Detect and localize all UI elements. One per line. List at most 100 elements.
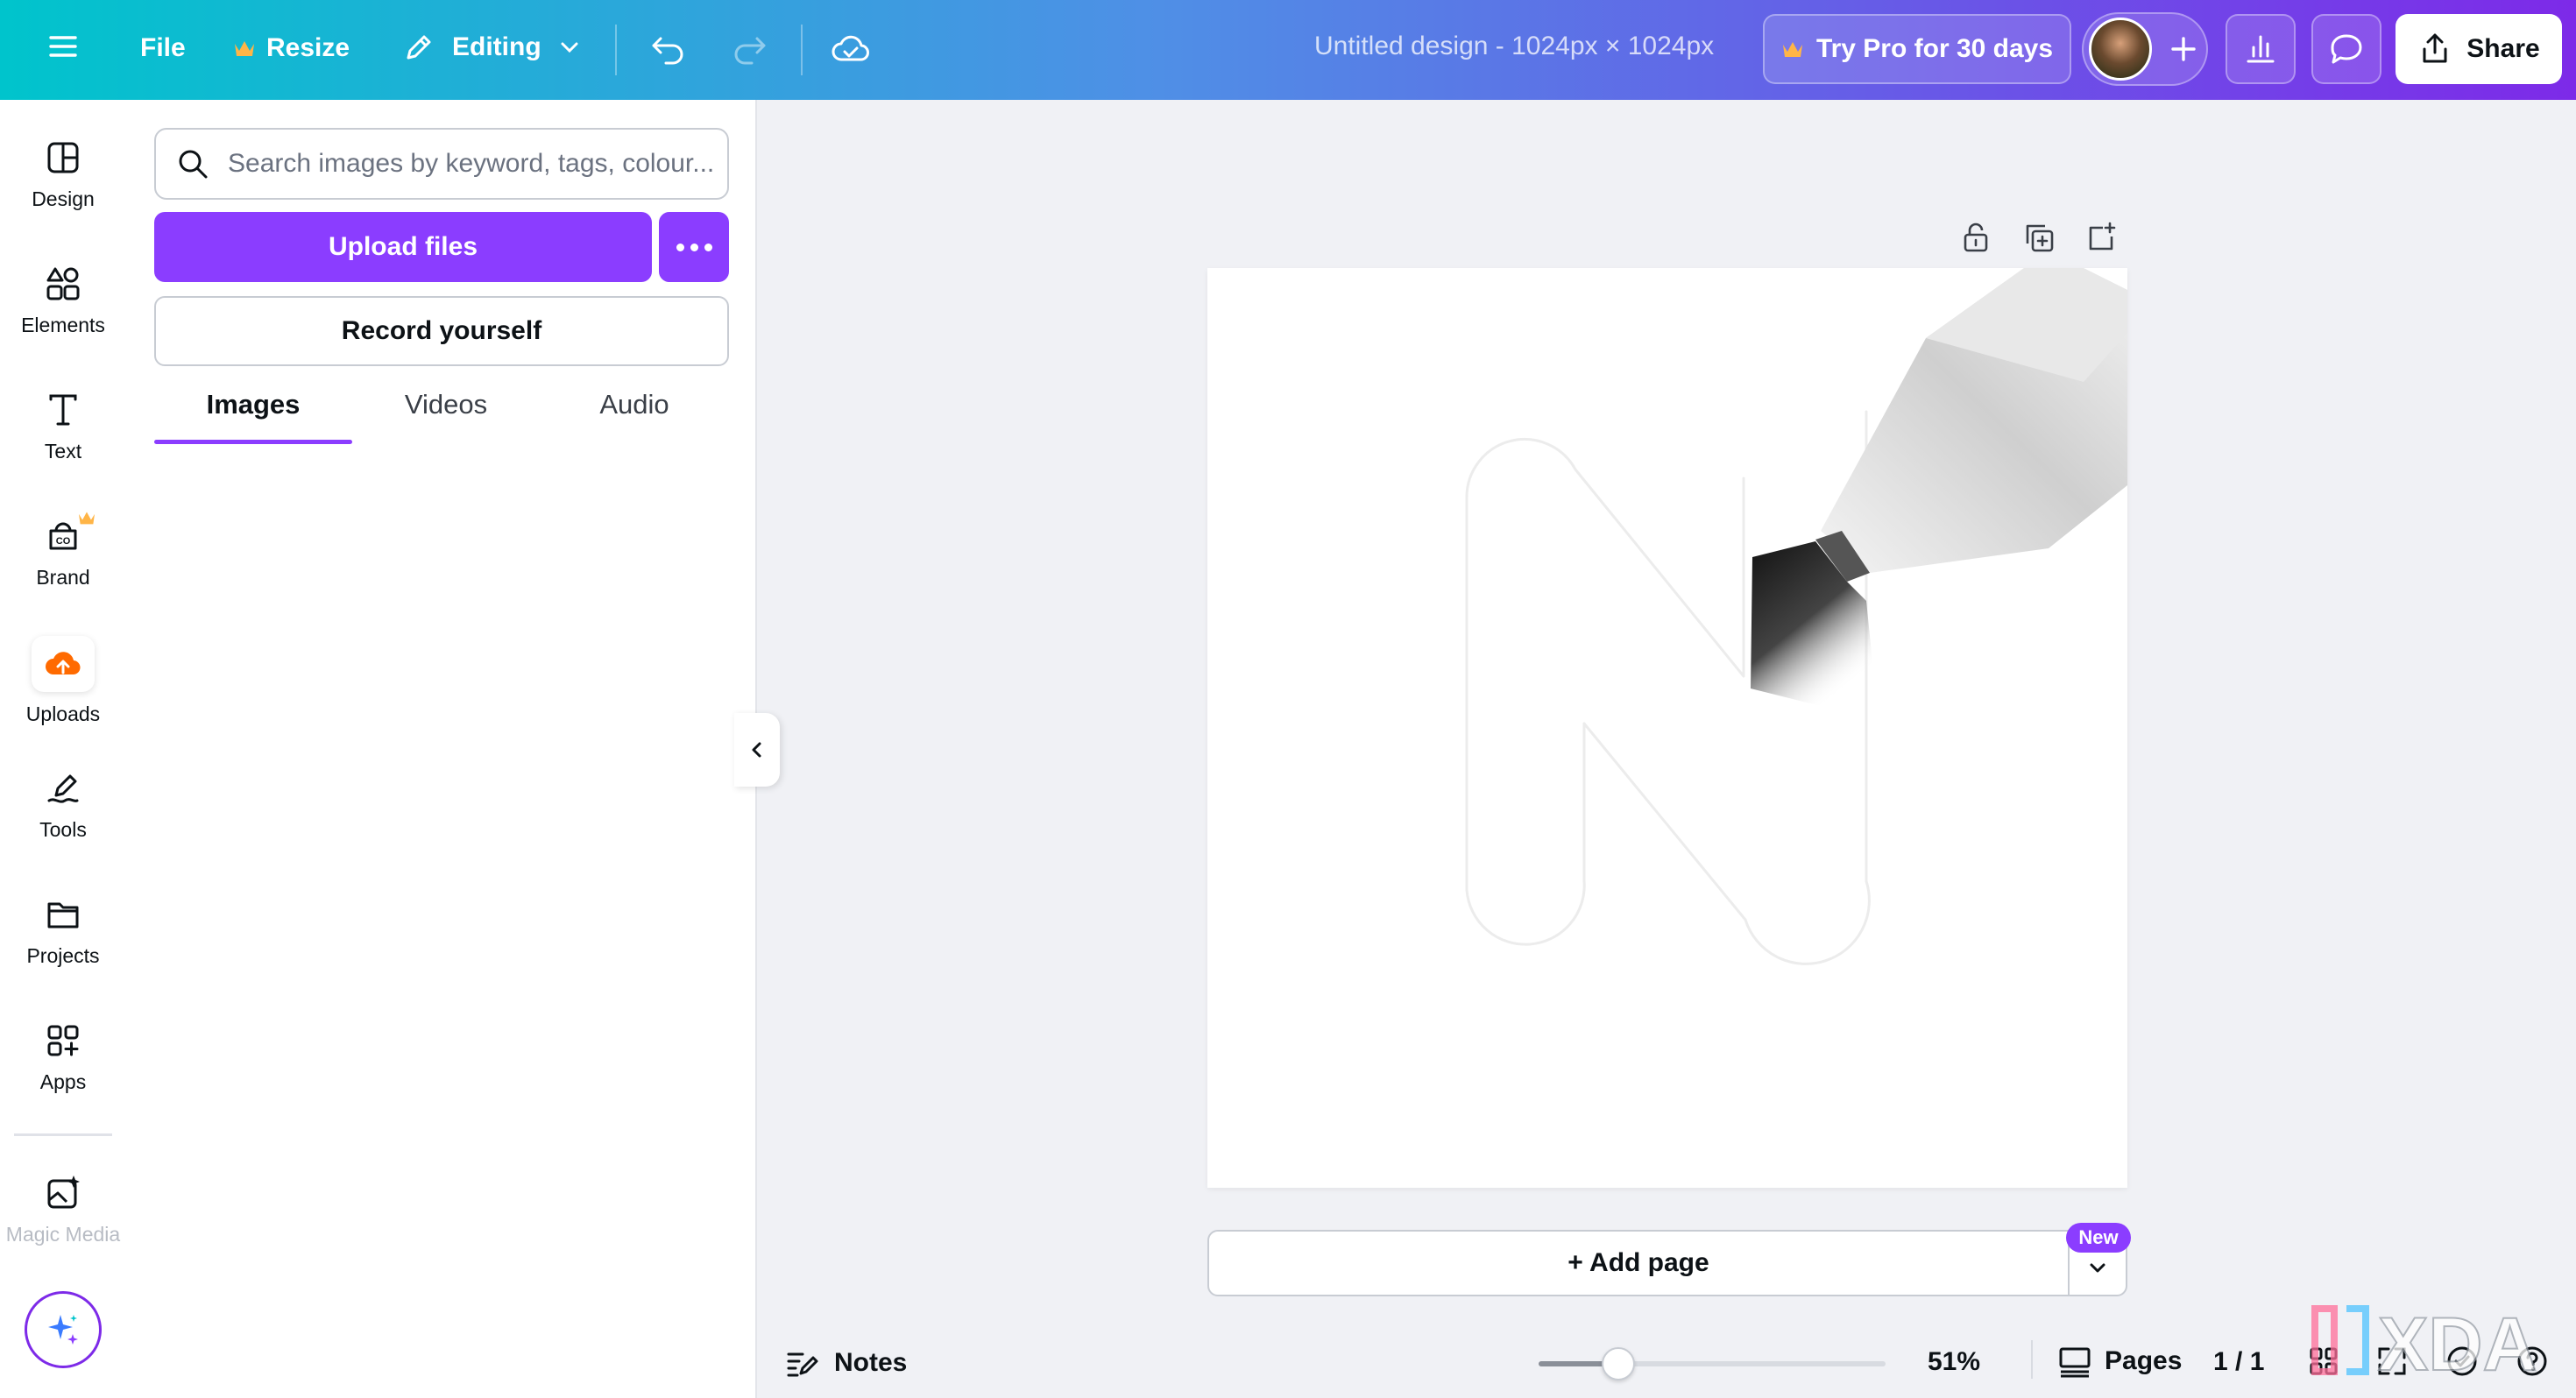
media-tabs: Images Videos Audio <box>154 389 729 445</box>
undo-button[interactable] <box>648 30 687 68</box>
sidebar-item-label: Uploads <box>25 703 101 725</box>
invite-button[interactable] <box>2161 26 2206 72</box>
toolbar-divider <box>615 25 617 75</box>
chevron-down-icon <box>2090 1263 2105 1273</box>
upload-files-button[interactable]: Upload files <box>154 212 652 282</box>
notes-icon <box>787 1352 818 1377</box>
resize-button[interactable]: Resize <box>233 33 350 63</box>
notes-label: Notes <box>834 1348 908 1377</box>
sidebar-item-apps[interactable]: Apps <box>0 1021 126 1135</box>
file-menu-button[interactable]: File <box>140 33 186 63</box>
cloud-check-icon <box>832 35 869 61</box>
undo-icon <box>652 37 683 65</box>
comments-button[interactable] <box>2311 14 2381 84</box>
share-button[interactable]: Share <box>2396 14 2562 84</box>
xda-watermark-logo: XDA <box>2311 1302 2538 1384</box>
active-tab-indicator <box>154 440 352 444</box>
design-icon <box>47 142 79 173</box>
duplicate-page-button[interactable] <box>2022 221 2056 254</box>
sidebar-divider <box>14 1133 112 1136</box>
chevron-left-icon <box>752 742 761 758</box>
sparkle-icon <box>48 1315 78 1345</box>
share-upload-icon <box>2423 33 2447 63</box>
hamburger-menu-icon <box>49 36 77 57</box>
svg-text:CO: CO <box>56 536 71 547</box>
magic-assistant-button[interactable] <box>25 1291 102 1368</box>
sidebar-item-brand[interactable]: CO Brand <box>0 512 126 631</box>
crown-icon <box>1782 42 1802 57</box>
sidebar-item-design[interactable]: Design <box>0 138 126 252</box>
cloud-save-status-button[interactable] <box>831 30 871 68</box>
editing-mode-button[interactable]: Editing <box>401 30 582 65</box>
tab-images[interactable]: Images <box>154 389 352 445</box>
uploads-icon <box>46 652 81 675</box>
pages-button[interactable]: Pages <box>2057 1344 2182 1379</box>
tools-icon <box>47 774 79 803</box>
sidebar-item-label: Magic Media <box>5 1223 121 1246</box>
add-page-icon <box>2089 222 2116 251</box>
plus-icon <box>2171 37 2196 61</box>
avatar[interactable] <box>2089 18 2152 81</box>
elements-icon <box>46 267 80 300</box>
sidebar-item-label: Projects <box>26 944 100 967</box>
top-bar: File Resize Editing Untitled design - 10… <box>0 0 2576 100</box>
sidebar-item-label: Text <box>44 440 82 462</box>
more-options-button[interactable] <box>659 212 729 282</box>
try-pro-button[interactable]: Try Pro for 30 days <box>1763 14 2071 84</box>
sidebar-item-label: Elements <box>21 314 105 336</box>
notes-button[interactable]: Notes <box>785 1345 907 1380</box>
document-title[interactable]: Untitled design - 1024px × 1024px <box>1314 32 1714 61</box>
ellipsis-icon <box>690 243 698 251</box>
bar-chart-icon <box>2247 35 2275 63</box>
main-menu-button[interactable] <box>46 29 81 64</box>
lock-page-button[interactable] <box>1959 221 1992 254</box>
projects-icon <box>47 902 79 928</box>
apps-icon <box>47 1025 79 1056</box>
sidebar-item-tools[interactable]: Tools <box>0 769 126 883</box>
tab-audio[interactable]: Audio <box>540 389 729 445</box>
insights-button[interactable] <box>2226 14 2296 84</box>
sidebar-item-elements[interactable]: Elements <box>0 265 126 378</box>
uploads-panel: Upload files Record yourself Images Vide… <box>126 100 757 1398</box>
resize-label: Resize <box>266 33 350 62</box>
left-sidebar: Design Elements Text CO Brand Uploads To… <box>0 100 126 1398</box>
sidebar-item-uploads[interactable]: Uploads <box>0 636 126 750</box>
bottom-bar-divider <box>2031 1340 2033 1379</box>
redo-button[interactable] <box>731 30 769 68</box>
zoom-percentage[interactable]: 51% <box>1928 1347 1980 1377</box>
chevron-down-icon <box>561 42 578 53</box>
page-counter: 1 / 1 <box>2213 1347 2265 1376</box>
ellipsis-icon <box>704 243 712 251</box>
page-toolbar <box>1959 221 2119 254</box>
toolbar-divider <box>801 25 803 75</box>
comment-icon <box>2331 34 2362 64</box>
search-box[interactable] <box>154 128 729 200</box>
magic-media-icon <box>47 1176 80 1209</box>
search-icon <box>179 150 208 179</box>
active-indicator <box>32 636 95 692</box>
sidebar-item-label: Apps <box>39 1070 87 1093</box>
sidebar-item-label: Brand <box>36 566 90 589</box>
pencil-icon <box>407 35 431 60</box>
zoom-slider[interactable] <box>1539 1347 1886 1380</box>
letter-n-artwork[interactable] <box>1207 268 2127 1188</box>
tab-videos[interactable]: Videos <box>352 389 540 445</box>
sidebar-item-text[interactable]: Text <box>0 391 126 505</box>
record-yourself-button[interactable]: Record yourself <box>154 296 729 366</box>
pages-icon <box>2059 1347 2091 1378</box>
file-label: File <box>140 33 186 62</box>
sidebar-item-magic-media[interactable]: Magic Media <box>0 1174 126 1288</box>
collapse-panel-button[interactable] <box>734 713 780 787</box>
redo-icon <box>734 37 766 65</box>
crown-icon <box>235 41 254 56</box>
lock-icon <box>1964 222 1988 252</box>
search-input[interactable] <box>228 149 727 179</box>
xda-watermark-text: XDA <box>2378 1303 2537 1384</box>
sidebar-item-projects[interactable]: Projects <box>0 895 126 1009</box>
zoom-slider-handle[interactable] <box>1602 1347 1636 1380</box>
add-page-button-small[interactable] <box>2085 221 2119 254</box>
new-badge: New <box>2066 1223 2131 1253</box>
add-page-button[interactable]: + Add page <box>1207 1230 2070 1296</box>
ellipsis-icon <box>676 243 684 251</box>
design-page[interactable] <box>1207 268 2127 1188</box>
